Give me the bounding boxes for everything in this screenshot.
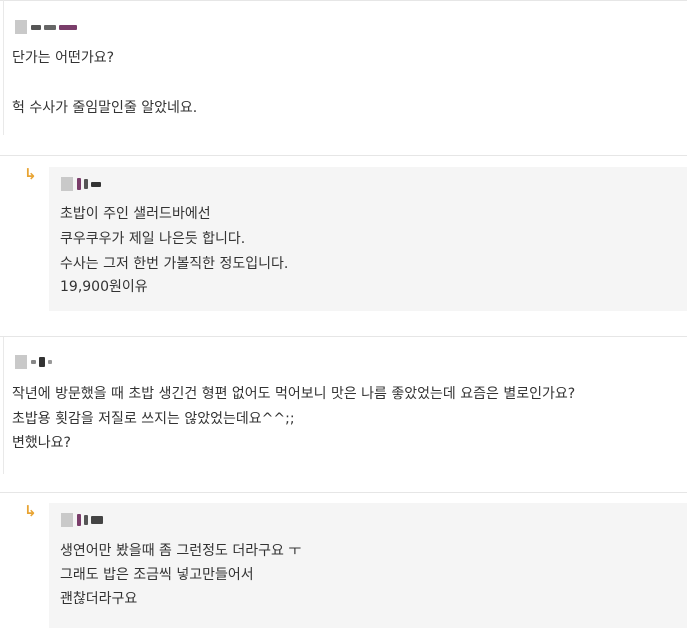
reply-comment-1: ↳ 초밥이 주인 샐러드바에선 쿠우쿠우가 제일 나은듯 합니다. 수사는 그저… [0,156,687,336]
avatar-icon[interactable] [15,355,27,369]
comment-meta [15,20,80,34]
reply-arrow-icon: ↳ [24,165,37,183]
comment-text-line: 헉 수사가 줄임말인줄 알았네요. [12,100,198,116]
reply-text-line: 초밥이 주인 샐러드바에선 [60,206,211,222]
author-name-blur [91,516,103,524]
author-name-blur [91,181,101,187]
comment-2: 작년에 방문했을 때 초밥 생긴건 형편 없어도 먹어보니 맛은 나름 좋았었는… [0,337,687,492]
comment-1: 단가는 어떤가요? 헉 수사가 줄임말인줄 알았네요. [0,0,687,155]
author-name-blur [59,24,77,30]
author-name-blur [84,515,88,525]
comment-text-line: 변했나요? [12,435,71,451]
author-name-blur [48,360,52,364]
reply-text-line: 생연어만 봤을때 좀 그런정도 더라구요 ㅜ [60,543,302,559]
avatar-icon[interactable] [15,20,27,34]
reply-text-line: 괜찮더라구요 [60,591,138,607]
author-name-blur [77,178,81,190]
reply-box: 생연어만 봤을때 좀 그런정도 더라구요 ㅜ 그래도 밥은 조금씩 넣고만들어서… [49,503,687,628]
comment-left-border [3,0,4,135]
author-name-blur [39,357,45,367]
author-name-blur [77,514,81,526]
comment-text-line: 작년에 방문했을 때 초밥 생긴건 형편 없어도 먹어보니 맛은 나름 좋았었는… [12,386,576,402]
reply-arrow-icon: ↳ [24,502,37,520]
comment-meta [61,177,104,191]
reply-box: 초밥이 주인 샐러드바에선 쿠우쿠우가 제일 나은듯 합니다. 수사는 그저 한… [49,167,687,311]
author-name-blur [31,24,41,30]
reply-text-line: 수사는 그저 한번 가볼직한 정도입니다. [60,256,289,272]
author-name-blur [84,179,88,189]
reply-text-line: 그래도 밥은 조금씩 넣고만들어서 [60,567,254,583]
comment-left-border [3,337,4,474]
reply-comment-2: ↳ 생연어만 봤을때 좀 그런정도 더라구요 ㅜ 그래도 밥은 조금씩 넣고만들… [0,493,687,628]
avatar-icon[interactable] [61,513,73,527]
comment-text-line: 초밥용 횟감을 저질로 쓰지는 않았었는데요^^;; [12,411,295,427]
comment-text-line: 단가는 어떤가요? [12,50,115,66]
author-name-blur [31,360,36,364]
author-name-blur [44,24,56,30]
avatar-icon[interactable] [61,177,73,191]
reply-text-line: 쿠우쿠우가 제일 나은듯 합니다. [60,231,246,247]
comment-meta [61,513,106,527]
reply-text-line: 19,900원이유 [60,279,148,295]
comment-meta [15,355,55,369]
